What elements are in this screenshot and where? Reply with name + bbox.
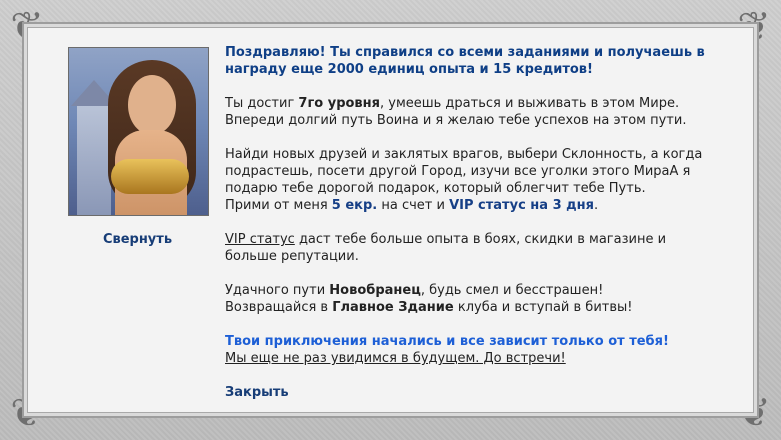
- title-line-2: награду еще 2000 единиц опыта и 15 креди…: [225, 62, 593, 77]
- friends-line-3: подарю тебе дорогой подарок, который обл…: [225, 181, 646, 196]
- vip-paragraph: VIP статус даст тебе больше опыта в боях…: [225, 231, 710, 265]
- friends-paragraph: Найди новых друзей и заклятых врагов, вы…: [225, 146, 710, 214]
- level-paragraph: Ты достиг 7го уровня, умеешь драться и в…: [225, 95, 710, 129]
- luck-name: Новобранец: [329, 283, 421, 298]
- dialog-content: Поздравляю! Ты справился со всеми задани…: [225, 44, 710, 401]
- luck-pre: Удачного пути: [225, 283, 330, 298]
- reward-post: .: [593, 198, 599, 213]
- level-text-post: , умеешь драться и выживать в этом Мире.: [379, 96, 680, 111]
- level-value: 7го уровня: [298, 96, 380, 111]
- farewell-line: Мы еще не раз увидимся в будущем. До вст…: [225, 351, 566, 366]
- dialog-frame: ❦ ❦ ❦ ❦ Свернуть Поздравляю! Ты справилс…: [0, 0, 781, 440]
- luck-post: , будь смел и бесстрашен!: [420, 283, 604, 298]
- friends-line-2: подрастешь, посети другой Город, изучи в…: [225, 164, 691, 179]
- collapse-button[interactable]: Свернуть: [68, 232, 207, 247]
- portrait-face-shape: [128, 75, 176, 135]
- friends-line-1: Найди новых друзей и заклятых врагов, вы…: [225, 147, 703, 162]
- castle-tower-icon: [71, 80, 117, 215]
- reward-money: 5 екр.: [331, 198, 378, 213]
- vip-status-link[interactable]: VIP статус: [225, 232, 295, 247]
- level-text-pre: Ты достиг: [225, 96, 299, 111]
- reward-vip: VIP статус на 3 дня: [449, 198, 594, 213]
- vip-text-1: даст тебе больше опыта в боях, скидки в …: [294, 232, 667, 247]
- return-place: Главное Здание: [332, 300, 454, 315]
- title: Поздравляю! Ты справился со всеми задани…: [225, 44, 710, 78]
- luck-paragraph: Удачного пути Новобранец, будь смел и бе…: [225, 282, 710, 316]
- character-portrait: [68, 47, 209, 216]
- adventure-paragraph: Твои приключения начались и все зависит …: [225, 333, 710, 367]
- return-pre: Возвращайся в: [225, 300, 333, 315]
- title-line-1: Поздравляю! Ты справился со всеми задани…: [225, 45, 705, 60]
- vip-text-2: больше репутации.: [225, 249, 359, 264]
- portrait-armor-shape: [111, 159, 189, 194]
- level-line-2: Впереди долгий путь Воина и я желаю тебе…: [225, 113, 687, 128]
- close-button[interactable]: Закрыть: [225, 384, 289, 401]
- reward-pre: Прими от меня: [225, 198, 332, 213]
- adventure-line: Твои приключения начались и все зависит …: [225, 334, 669, 349]
- reward-mid: на счет и: [377, 198, 450, 213]
- return-post: клуба и вступай в битвы!: [453, 300, 633, 315]
